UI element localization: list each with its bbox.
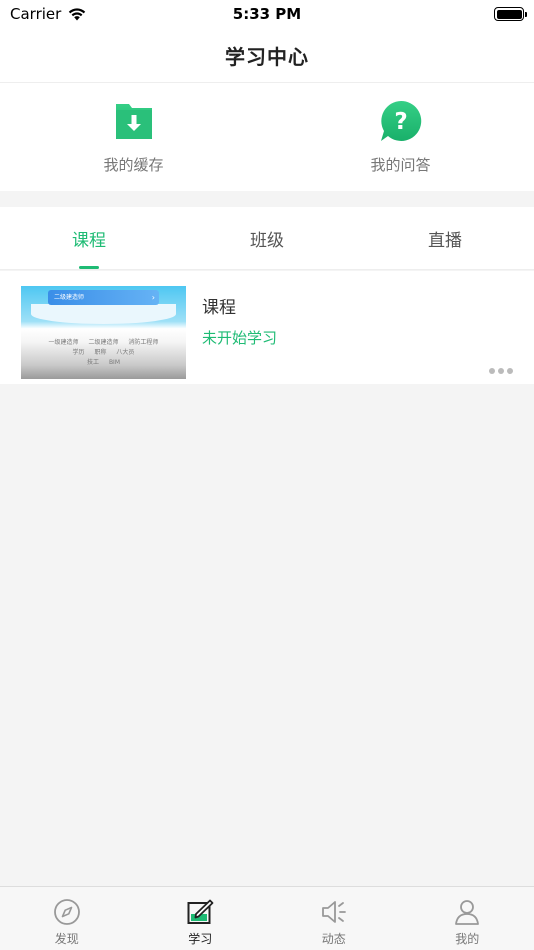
status-bar: Carrier 5:33 PM: [0, 0, 534, 28]
tabbar-label: 发现: [54, 932, 79, 946]
thumb-tag: 八大员: [116, 349, 135, 356]
tabbar-label: 动态: [321, 932, 346, 946]
tabbar-label: 学习: [188, 932, 213, 946]
question-bubble-icon: ?: [380, 100, 421, 141]
tabbar-item-news[interactable]: 动态: [267, 887, 401, 950]
download-folder-icon: [115, 103, 152, 139]
tab-live[interactable]: 直播: [356, 207, 534, 269]
course-thumbnail: 二级建造师 一级建造师 二级建造师 消防工程师 学历 职称 八大员 技工 BIM: [21, 286, 186, 379]
thumb-tag: 消防工程师: [128, 339, 159, 346]
status-left: Carrier: [10, 5, 87, 23]
speaker-icon: [321, 901, 346, 923]
my-cache-label: 我的缓存: [103, 155, 164, 174]
thumb-tag: BIM: [108, 359, 120, 366]
thumb-tags: 一级建造师 二级建造师 消防工程师 学历 职称 八大员 技工 BIM: [21, 338, 186, 368]
more-options-icon[interactable]: [489, 368, 513, 374]
tab-class[interactable]: 班级: [178, 207, 356, 269]
battery-icon: [494, 7, 527, 21]
thumb-tag: 职称: [94, 349, 107, 356]
quick-actions: 我的缓存 ? 我的问答: [0, 83, 534, 191]
thumb-banner: 二级建造师: [48, 290, 159, 305]
nav-bar: 学习中心: [0, 28, 534, 83]
thumb-tag: 二级建造师: [88, 339, 119, 346]
course-status: 未开始学习: [202, 329, 278, 347]
bottom-tab-bar: 发现 学习 动态 我的: [0, 886, 534, 950]
thumb-tag: 学历: [72, 349, 85, 356]
page-title: 学习中心: [225, 44, 309, 69]
thumb-tag: 一级建造师: [48, 339, 79, 346]
svg-text:?: ?: [394, 109, 407, 135]
tabbar-label: 我的: [455, 932, 480, 946]
carrier-label: Carrier: [10, 5, 62, 23]
tabbar-item-mine[interactable]: 我的: [401, 887, 534, 950]
study-icon: [187, 899, 214, 924]
tab-course[interactable]: 课程: [0, 207, 178, 269]
compass-icon: [53, 899, 80, 925]
my-qa-button[interactable]: ? 我的问答: [267, 83, 534, 191]
my-qa-label: 我的问答: [370, 155, 431, 174]
my-cache-button[interactable]: 我的缓存: [0, 83, 267, 191]
course-list-item[interactable]: 二级建造师 一级建造师 二级建造师 消防工程师 学历 职称 八大员 技工 BIM…: [0, 271, 534, 384]
wifi-icon: [69, 8, 86, 21]
course-title: 课程: [202, 298, 236, 318]
segment-tabs: 课程 班级 直播: [0, 207, 534, 270]
tabbar-item-study[interactable]: 学习: [134, 887, 268, 950]
person-icon: [455, 900, 480, 925]
thumb-curve: [31, 304, 176, 324]
thumb-tag: 技工: [87, 359, 100, 366]
tabbar-item-discover[interactable]: 发现: [0, 887, 134, 950]
